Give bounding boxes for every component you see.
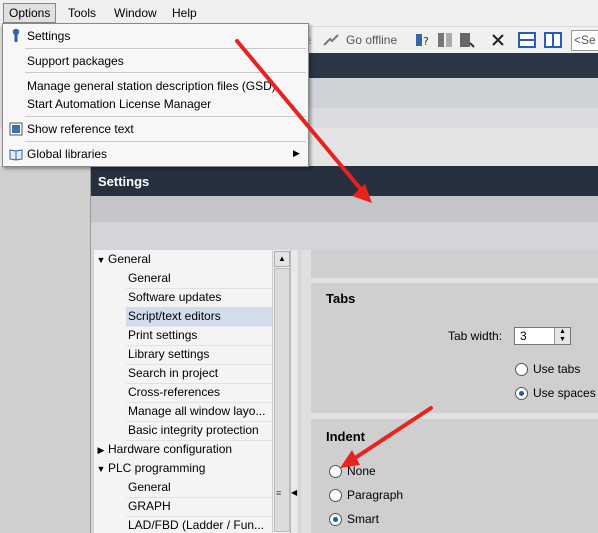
annotation-arrows	[235, 39, 433, 468]
annotation-arrow-settings-icon	[235, 39, 372, 203]
annotation-arrow-indent-icon	[340, 406, 433, 468]
